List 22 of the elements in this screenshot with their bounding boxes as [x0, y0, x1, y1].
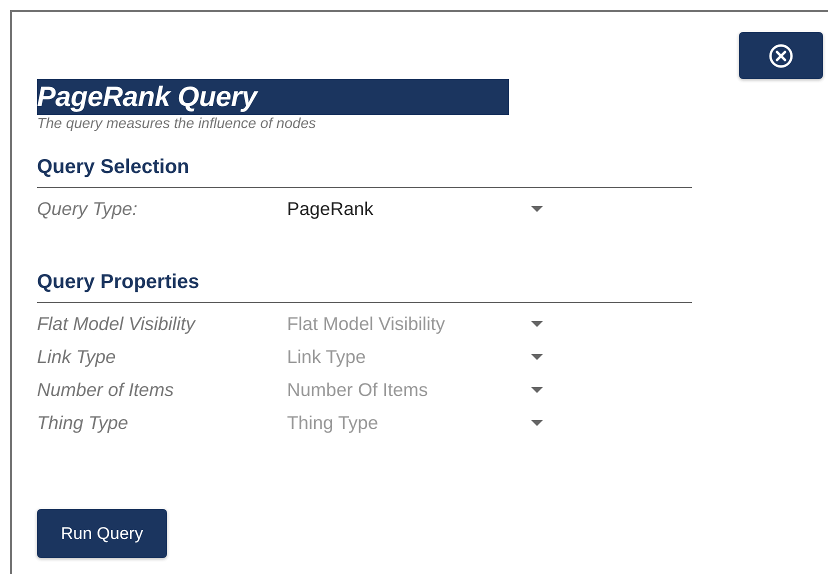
section-heading: Query Properties	[37, 271, 692, 303]
caret-icon	[531, 320, 543, 326]
caret-icon	[531, 354, 543, 360]
caret-icon	[531, 386, 543, 392]
caret-icon	[531, 420, 543, 426]
dropdown-field[interactable]: Number Of Items	[287, 378, 543, 400]
field-label: Number of Items	[37, 378, 175, 400]
dialog-subtitle: The query measures the influence of nodes	[37, 116, 317, 132]
field-label: Thing Type	[37, 412, 130, 434]
caret-icon	[531, 206, 543, 212]
dialog-title: PageRank Query	[37, 79, 509, 115]
field-label: Link Type	[37, 346, 117, 368]
field-label: Query Type:	[37, 198, 138, 220]
dropdown-field[interactable]: Thing Type	[287, 412, 543, 434]
close-icon	[768, 42, 794, 68]
run-query-button[interactable]: Run Query	[37, 509, 167, 558]
section-heading: Query Selection	[37, 156, 692, 188]
dropdown-field[interactable]: Link Type	[287, 346, 543, 368]
dropdown-field[interactable]: PageRank	[287, 198, 543, 220]
field-label: Flat Model Visibility	[37, 312, 197, 334]
close-button[interactable]	[739, 32, 823, 79]
dropdown-field[interactable]: Flat Model Visibility	[287, 312, 543, 334]
